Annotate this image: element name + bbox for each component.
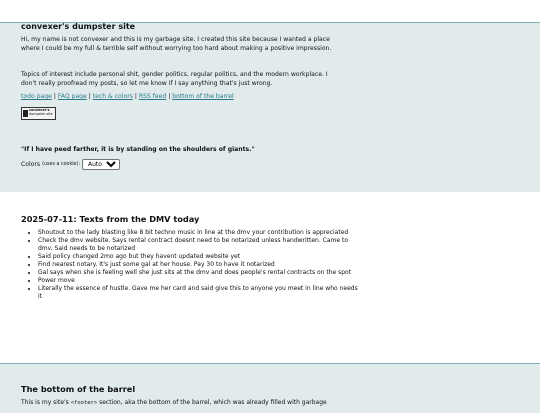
faq-page-link[interactable]: FAQ page (58, 93, 87, 100)
todo-page-link[interactable]: todo page (21, 93, 52, 100)
bottom-of-barrel-link[interactable]: bottom of the barrel (172, 93, 234, 100)
footer-title: The bottom of the barrel (21, 384, 136, 394)
colors-setting: Colors (uses a cookie): Auto (21, 159, 121, 170)
list-item: Power move (38, 277, 358, 285)
badge-line-2: dumpster site (29, 111, 53, 116)
link-separator: | (168, 93, 171, 100)
footer-code: <footer> (70, 400, 98, 406)
list-item: Shoutout to the lady blasting like 8 bit… (38, 229, 358, 237)
list-item: Gal says when she is feeling well she ju… (38, 269, 358, 277)
badge-logo-icon (23, 110, 28, 117)
header-quote: "If I have peed farther, it is by standi… (21, 146, 255, 153)
header-links: todo page | FAQ page | tech & colors | R… (21, 93, 234, 102)
list-item: Said policy changed 2mo ago but they hav… (38, 253, 358, 261)
post-list: Shoutout to the lady blasting like 8 bit… (30, 229, 358, 301)
site-topics: Topics of interest include personal shit… (21, 71, 328, 87)
site-title: convexer's dumpster site (21, 22, 136, 31)
colors-select[interactable]: Auto (82, 159, 121, 170)
colors-note: (uses a cookie): (42, 162, 81, 167)
link-separator: | (134, 93, 137, 100)
rss-feed-link[interactable]: RSS feed (139, 93, 166, 100)
tech-colors-link[interactable]: tech & colors (93, 93, 133, 100)
site-badge[interactable]: convexer's dumpster site (21, 107, 56, 120)
list-item: Check the dmv website. Says rental contr… (38, 237, 358, 253)
link-separator: | (53, 93, 56, 100)
site-intro: Hi, my name is not convexer and this is … (21, 36, 332, 52)
link-separator: | (88, 93, 91, 100)
list-item: Find nearest notary. It's just some gal … (38, 261, 358, 269)
list-item: Literally the essence of hustle. Gave me… (38, 285, 358, 301)
colors-label: Colors (21, 161, 41, 168)
post-title: 2025-07-11: Texts from the DMV today (21, 214, 200, 224)
